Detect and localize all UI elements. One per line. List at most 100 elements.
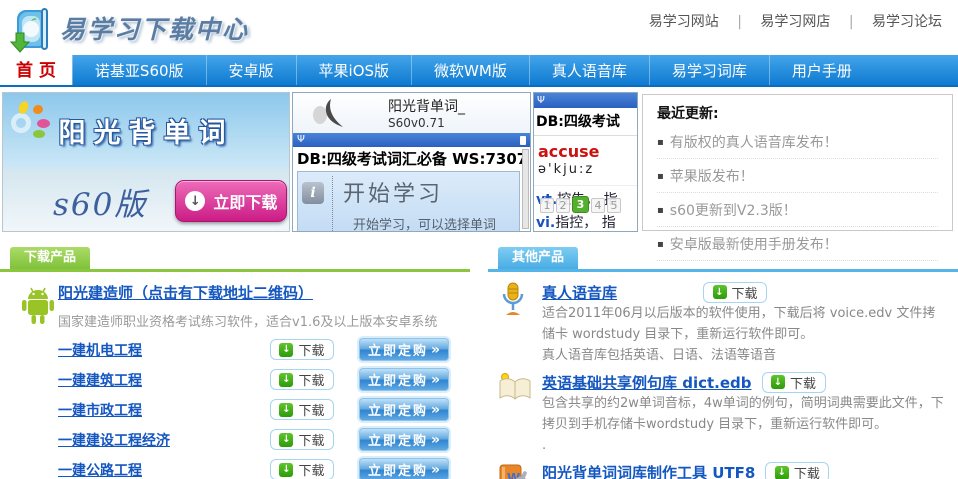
download-button[interactable]: ↓ 下载 [762,372,826,393]
recent-updates-panel: 最近更新: ▪有版权的真人语音库发布！ ▪苹果版发布！ ▪s60更新到V2.3版… [642,94,953,231]
builder-app-description: 国家建造师职业资格考试练习软件，适合v1.6及以上版本安卓系统 [58,311,470,330]
scrollbar[interactable] [522,149,529,229]
order-now-button[interactable]: 立即定购 » [359,428,449,451]
update-item[interactable]: ▪苹果版发布！ [657,159,938,193]
order-now-button[interactable]: 立即定购 » [359,398,449,421]
app-menu-selected-item: i 开始学习 开始学习，可以选择单词 [297,171,520,232]
link-website[interactable]: 易学习网站 [649,14,719,30]
nav-microsoft-wm[interactable]: 微软WM版 [411,55,529,85]
download-button[interactable]: ↓ 下载 [270,459,334,479]
order-now-button[interactable]: 立即定购 » [359,368,449,391]
dict-tool-link[interactable]: 阳光背单词词库制作工具 UTF8 [542,462,755,479]
page: 易学习下载中心 易学习网站 | 易学习网店 | 易学习论坛 首 页 诺基亚S60… [0,0,958,479]
chevron-right-icon: » [431,432,440,448]
download-icon: ↓ [279,373,293,387]
phone-status-bar: Ψ [293,133,530,147]
other-product-voice-library: 真人语音库 ↓ 下载 适合2011年06月以后版本的软件使用，下载后将 voic… [498,280,958,366]
pager-page-2[interactable]: 2 [556,198,570,213]
app-version: S60v0.71 [388,116,465,130]
product-link-jianzhu[interactable]: 一建建筑工程 [58,370,270,390]
download-icon: ↓ [771,375,785,389]
tab-download-products[interactable]: 下载产品 [10,247,90,269]
download-button[interactable]: ↓ 下载 [270,429,334,450]
microphone-icon [498,280,542,366]
download-label: 下载 [298,460,324,479]
order-now-button[interactable]: 立即定购 » [359,458,449,479]
product-banner: 阳光背单词 s60版 ↓ 立即下载 [2,92,290,232]
link-shop[interactable]: 易学习网店 [760,14,830,30]
voice-library-link[interactable]: 真人语音库 [542,282,617,303]
download-label: 下载 [298,430,324,449]
product-link-jingji[interactable]: 一建建设工程经济 [58,430,270,450]
voice-library-desc-line: 真人语音库包括英语、日语、法语等语音 [542,346,958,367]
word-entry: accuse [534,136,637,161]
download-button[interactable]: ↓ 下载 [270,339,334,360]
product-link-shizheng[interactable]: 一建市政工程 [58,400,270,420]
tab-other-products[interactable]: 其他产品 [498,247,578,269]
app-logo-icon [309,97,347,129]
download-label: 下载 [298,400,324,419]
pager-page-1[interactable]: 1 [540,198,554,213]
voice-library-desc-line: 适合2011年06月以后版本的软件使用，下载后将 voice.edv 文件拷 [542,304,958,325]
product-row: 一建市政工程 ↓ 下载 立即定购 » [58,399,470,420]
download-button[interactable]: ↓ 下载 [703,282,767,303]
nav-android[interactable]: 安卓版 [206,55,296,85]
app-title-block: 阳光背单词_ S60v0.71 [388,96,465,130]
nav-dictionary[interactable]: 易学习词库 [649,55,769,85]
pager-page-3-active[interactable]: 3 [572,196,589,213]
update-text: s60更新到V2.3版！ [670,203,797,219]
download-button[interactable]: ↓ 下载 [270,399,334,420]
other-product-dict-tool: W 阳光背单词词库制作工具 UTF8 ↓ 下载 [498,461,958,479]
download-products-body: 阳光建造师（点击有下载地址二维码） 国家建造师职业资格考试练习软件，适合v1.6… [0,272,470,479]
product-row: 一建建筑工程 ↓ 下载 立即定购 » [58,369,470,390]
signal-icon: Ψ [537,95,545,106]
banner-download-button[interactable]: ↓ 立即下载 [175,180,287,222]
download-icon: ↓ [775,466,789,479]
products-section: 下载产品 阳光建造师（点 [0,247,958,479]
site-title: 易学习下载中心 [60,10,249,46]
download-icon: ↓ [279,343,293,357]
other-product-main: 真人语音库 ↓ 下载 适合2011年06月以后版本的软件使用，下载后将 voic… [542,280,958,366]
pager-page-5[interactable]: 5 [607,198,621,213]
sentence-library-desc-line: 包含共享的约2w单词音标，4w单词的例句，简明词典需要此文件，下 [542,394,958,415]
nav-user-manual[interactable]: 用户手册 [769,55,874,85]
site-logo[interactable]: 易学习下载中心 [8,3,249,53]
other-products-column: 其他产品 [488,247,958,479]
download-button[interactable]: ↓ 下载 [270,369,334,390]
download-label: 下载 [732,283,758,302]
product-link-gonglu[interactable]: 一建公路工程 [58,460,270,479]
banner-edition: s60版 [53,179,147,224]
pager-page-4[interactable]: 4 [591,198,605,213]
promo-row: 阳光背单词 s60版 ↓ 立即下载 阳光背单词_ S60v0.71 [0,90,958,236]
chevron-right-icon: » [431,342,440,358]
update-item[interactable]: ▪s60更新到V2.3版！ [657,193,938,227]
meaning-text: 指控， 指 [555,215,615,231]
other-product-sentence-library: 英语基础共享例句库 dict.edb ↓ 下载 包含共享的约2w单词音标，4w单… [498,370,958,456]
download-arrow-icon: ↓ [185,191,205,211]
nav-nokia-s60[interactable]: 诺基亚S60版 [72,55,206,85]
nav-home[interactable]: 首 页 [0,55,72,85]
banner-sky: 阳光背单词 [3,93,289,169]
download-button[interactable]: ↓ 下载 [765,462,829,479]
order-now-button[interactable]: 立即定购 » [359,338,449,361]
nav-apple-ios[interactable]: 苹果iOS版 [296,55,412,85]
sentence-library-link[interactable]: 英语基础共享例句库 dict.edb [542,372,752,393]
product-link-jidian[interactable]: 一建机电工程 [58,340,270,360]
link-separator: | [737,14,742,30]
link-forum[interactable]: 易学习论坛 [872,14,942,30]
order-label: 立即定购 [368,370,428,389]
chevron-right-icon: » [431,402,440,418]
backpack-logo-icon [8,3,54,53]
word-phonetic: ə'kju:z [534,161,637,186]
header-links: 易学习网站 | 易学习网店 | 易学习论坛 [643,11,948,31]
menu-text-block: 开始学习 开始学习，可以选择单词 [332,176,496,232]
link-separator: | [849,14,854,30]
book-icon [498,370,542,456]
chevron-right-icon: » [431,372,440,388]
nav-voice-library[interactable]: 真人语音库 [529,55,649,85]
info-icon: i [302,182,324,204]
builder-app-link[interactable]: 阳光建造师（点击有下载地址二维码） [58,282,313,303]
update-item[interactable]: ▪有版权的真人语音库发布！ [657,125,938,159]
other-products-body: 真人语音库 ↓ 下载 适合2011年06月以后版本的软件使用，下载后将 voic… [488,272,958,479]
order-label: 立即定购 [368,400,428,419]
